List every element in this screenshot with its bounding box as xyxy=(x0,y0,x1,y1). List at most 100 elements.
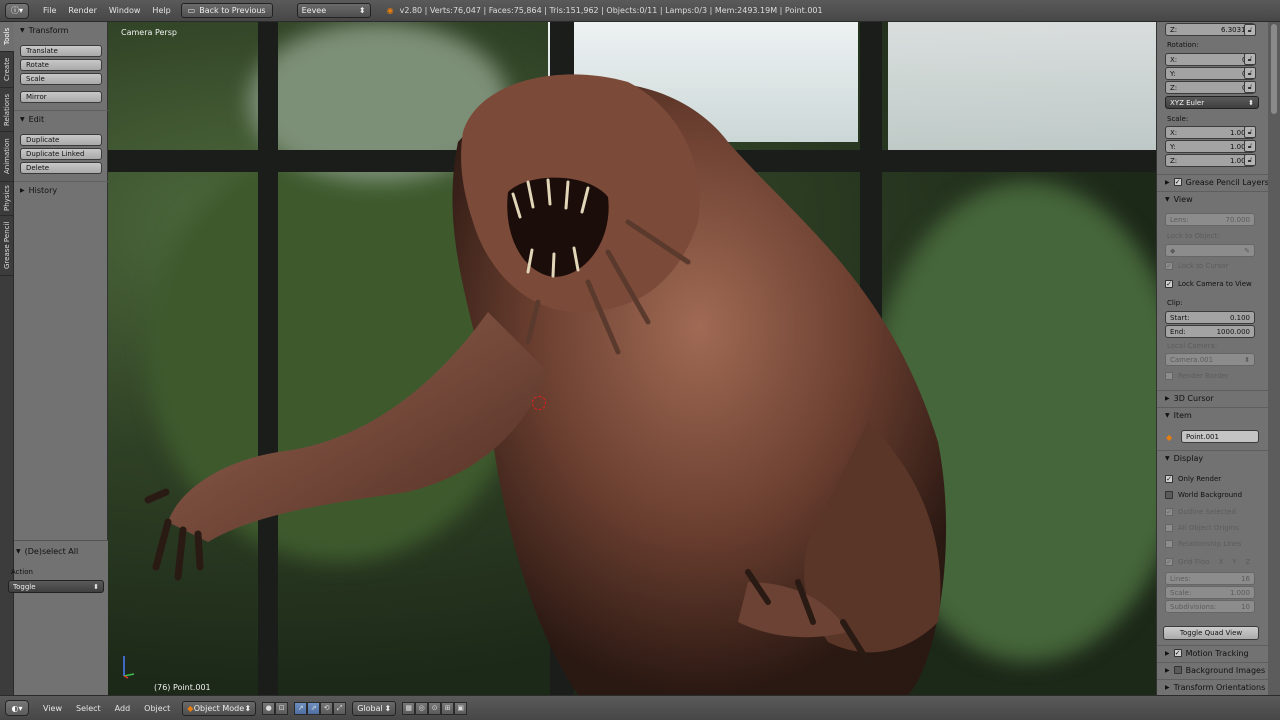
edit-panel-title: Edit xyxy=(28,114,45,124)
checkbox-icon[interactable]: ✓ xyxy=(1173,649,1182,657)
tab-relations[interactable]: Relations xyxy=(0,88,14,132)
rotation-x-field[interactable]: X: 0° xyxy=(1165,53,1255,66)
history-panel-header[interactable]: ▶ History xyxy=(14,183,108,197)
lock-icon[interactable]: 🔓︎ xyxy=(1244,140,1256,152)
snap-target-icon[interactable]: ⊞ xyxy=(441,701,455,715)
item-panel-header[interactable]: ▼ Item xyxy=(1157,407,1269,422)
tab-physics[interactable]: Physics xyxy=(0,182,14,216)
rotation-z-field[interactable]: Z: 0° xyxy=(1165,81,1255,94)
transform-orientations-header[interactable]: ▶ Transform Orientations xyxy=(1157,679,1269,694)
all-object-origins-row[interactable]: All Object Origins xyxy=(1165,524,1239,532)
rotate-manipulator-icon[interactable]: ⟲ xyxy=(320,701,334,715)
editor-type-button[interactable]: ◐ ▾ xyxy=(5,700,29,716)
3d-cursor-panel-header[interactable]: ▶ 3D Cursor xyxy=(1157,390,1269,405)
back-to-previous-button[interactable]: ▭ Back to Previous xyxy=(180,3,273,18)
grid-scale-field[interactable]: Scale: 1.000 xyxy=(1165,586,1255,599)
render-border-row[interactable]: Render Border xyxy=(1165,372,1229,380)
translate-button[interactable]: Translate xyxy=(20,45,102,57)
action-dropdown[interactable]: Toggle ⬍ xyxy=(8,580,104,593)
tab-animation[interactable]: Animation xyxy=(0,132,14,182)
shading-icon[interactable]: ● xyxy=(262,701,276,715)
lock-icon[interactable]: 🔓︎ xyxy=(1244,53,1256,65)
layers-icon[interactable]: ▦ xyxy=(402,701,416,715)
clip-label: Clip: xyxy=(1167,299,1183,307)
view-panel-header[interactable]: ▼ View xyxy=(1157,191,1269,206)
grid-floor-row[interactable]: ✓ Grid Floo X Y Z xyxy=(1165,558,1250,566)
background-images-title: Background Images xyxy=(1185,665,1266,675)
orientation-dropdown[interactable]: Global ⬍ xyxy=(352,700,397,716)
menu-help[interactable]: Help xyxy=(152,6,170,15)
item-name-field[interactable]: Point.001 xyxy=(1181,430,1259,443)
operator-panel-header[interactable]: ▼ (De)select All xyxy=(10,544,104,558)
lock-icon[interactable]: 🔓︎ xyxy=(1244,126,1256,138)
mode-dropdown[interactable]: ◆ Object Mode ⬍ xyxy=(182,700,257,716)
rotation-mode-dropdown[interactable]: XYZ Euler ⬍ xyxy=(1165,96,1259,109)
background-images-header[interactable]: ▶ Background Images xyxy=(1157,662,1269,677)
scale-z-field[interactable]: Z: 1.000 xyxy=(1165,154,1255,167)
lock-camera-to-view-row[interactable]: ✓ Lock Camera to View xyxy=(1165,280,1252,288)
transform-panel-header[interactable]: ▼ Transform xyxy=(14,23,108,37)
snap-icon[interactable]: ◎ xyxy=(415,701,429,715)
grid-floor-label: Grid Floo xyxy=(1178,558,1210,566)
world-background-row[interactable]: World Background xyxy=(1165,491,1242,499)
editor-type-button[interactable]: ⓘ ▾ xyxy=(5,2,29,19)
grid-axis-x-toggle[interactable]: X xyxy=(1218,558,1223,566)
grid-axis-z-toggle[interactable]: Z xyxy=(1246,558,1251,566)
scrollbar-thumb[interactable] xyxy=(1271,24,1277,114)
delete-button[interactable]: Delete xyxy=(20,162,102,174)
relationship-lines-row[interactable]: Relationship Lines xyxy=(1165,540,1241,548)
scale-y-field[interactable]: Y: 1.000 xyxy=(1165,140,1255,153)
lens-field[interactable]: Lens: 70.000 xyxy=(1165,213,1255,226)
location-z-field[interactable]: Z: 6.30315 xyxy=(1165,23,1255,36)
clip-end-field[interactable]: End: 1000.000 xyxy=(1165,325,1255,338)
edit-panel-header[interactable]: ▼ Edit xyxy=(14,112,108,126)
local-camera-field[interactable]: Camera.001 ⬍ xyxy=(1165,353,1255,366)
tab-grease-pencil[interactable]: Grease Pencil xyxy=(0,216,14,276)
lock-to-cursor-row[interactable]: ✓ Lock to Cursor xyxy=(1165,262,1228,270)
operator-panel: ▼ (De)select All Action Toggle ⬍ xyxy=(8,540,108,695)
3d-cursor-icon[interactable] xyxy=(532,396,546,410)
checkbox-icon[interactable]: ✓ xyxy=(1173,178,1182,186)
rotate-button[interactable]: Rotate xyxy=(20,59,102,71)
menu-object[interactable]: Object xyxy=(144,704,170,713)
rotation-y-field[interactable]: Y: 0° xyxy=(1165,67,1255,80)
menu-view[interactable]: View xyxy=(43,704,62,713)
menu-file[interactable]: File xyxy=(43,6,56,15)
menu-window[interactable]: Window xyxy=(109,6,141,15)
grid-subdivisions-field[interactable]: Subdivisions: 10 xyxy=(1165,600,1255,613)
duplicate-button[interactable]: Duplicate xyxy=(20,134,102,146)
grease-pencil-layers-header[interactable]: ▶ ✓ Grease Pencil Layers xyxy=(1157,174,1269,189)
render-engine-dropdown[interactable]: Eevee ⬍ xyxy=(296,3,371,18)
properties-scrollbar[interactable] xyxy=(1268,22,1280,695)
3d-viewport[interactable]: Camera Persp (76) Point.001 xyxy=(108,22,1156,695)
menu-add[interactable]: Add xyxy=(115,704,131,713)
scale-manipulator-icon[interactable]: ⤢ xyxy=(333,701,347,715)
motion-tracking-header[interactable]: ▶ ✓ Motion Tracking xyxy=(1157,645,1269,660)
clip-start-field[interactable]: Start: 0.100 xyxy=(1165,311,1255,324)
only-render-row[interactable]: ✓ Only Render xyxy=(1165,475,1221,483)
lock-icon[interactable]: 🔓︎ xyxy=(1244,24,1256,36)
menu-render[interactable]: Render xyxy=(68,6,96,15)
mirror-button[interactable]: Mirror xyxy=(20,91,102,103)
pivot-icon[interactable]: ⊡ xyxy=(275,701,289,715)
tab-create[interactable]: Create xyxy=(0,52,14,88)
scale-x-field[interactable]: X: 1.000 xyxy=(1165,126,1255,139)
lock-icon[interactable]: 🔓︎ xyxy=(1244,81,1256,93)
duplicate-linked-button[interactable]: Duplicate Linked xyxy=(20,148,102,160)
translate-manipulator-icon[interactable]: ⇗ xyxy=(307,701,321,715)
manipulator-icon[interactable]: ↗ xyxy=(294,701,308,715)
scale-button[interactable]: Scale xyxy=(20,73,102,85)
toggle-quad-view-button[interactable]: Toggle Quad View xyxy=(1163,626,1259,640)
grid-lines-field[interactable]: Lines: 16 xyxy=(1165,572,1255,585)
tab-tools[interactable]: Tools xyxy=(0,22,14,52)
render-icon[interactable]: ▣ xyxy=(454,701,468,715)
lock-icon[interactable]: 🔓︎ xyxy=(1244,154,1256,166)
outline-selected-row[interactable]: ✓ Outline Selected xyxy=(1165,508,1236,516)
display-panel-header[interactable]: ▼ Display xyxy=(1157,450,1269,465)
menu-select[interactable]: Select xyxy=(76,704,101,713)
checkbox-icon[interactable] xyxy=(1173,666,1182,674)
grid-axis-y-toggle[interactable]: Y xyxy=(1232,558,1236,566)
proportional-icon[interactable]: ⊙ xyxy=(428,701,442,715)
lock-icon[interactable]: 🔓︎ xyxy=(1244,67,1256,79)
lock-object-field[interactable]: ◆ ✎ xyxy=(1165,244,1255,257)
